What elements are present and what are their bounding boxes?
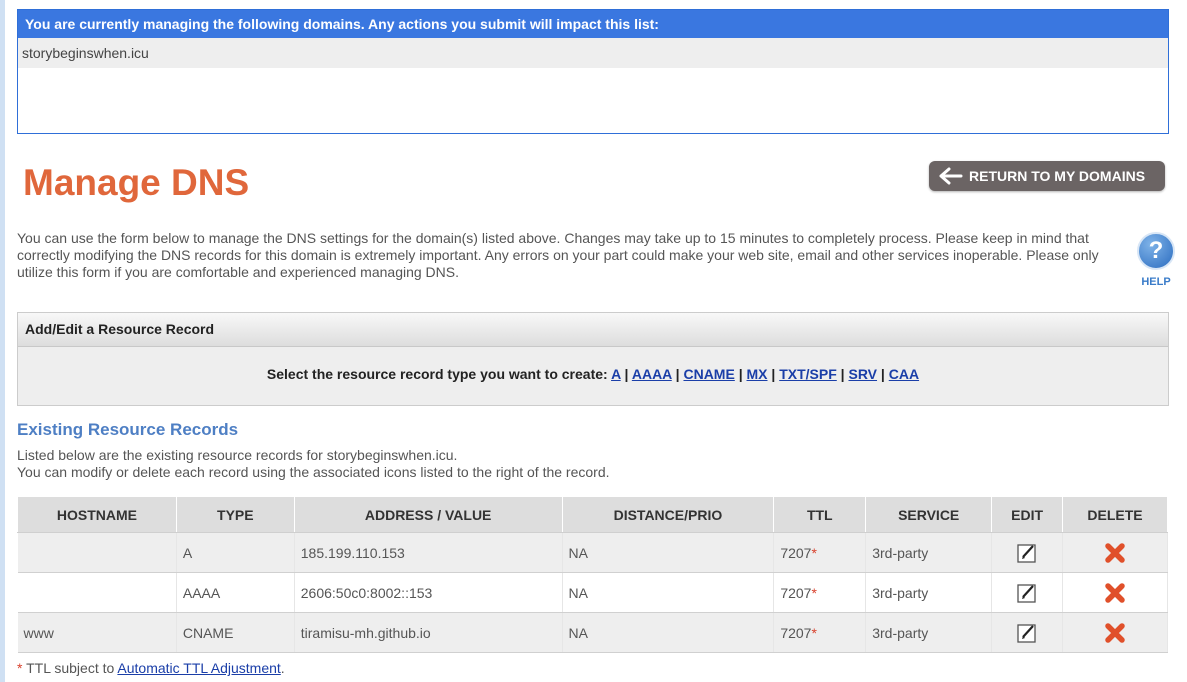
cell-ttl: 7207* — [773, 532, 867, 573]
cell-edit — [991, 572, 1064, 613]
page-title: Manage DNS — [23, 162, 250, 203]
cell-value: 2606:50c0:8002::153 — [294, 572, 563, 613]
return-to-my-domains-button[interactable]: RETURN TO MY DOMAINS — [929, 161, 1165, 191]
column-header-ttl: TTL — [773, 496, 867, 533]
managed-domains-panel: You are currently managing the following… — [17, 9, 1169, 134]
cell-service: 3rd-party — [865, 612, 993, 653]
ttl-marker: * — [811, 584, 817, 601]
cell-delete — [1062, 612, 1168, 653]
cell-service: 3rd-party — [865, 532, 993, 573]
separator: | — [771, 366, 776, 382]
return-button-label: RETURN TO MY DOMAINS — [969, 168, 1146, 184]
cell-type: A — [176, 532, 295, 573]
column-header-delete: DELETE — [1062, 496, 1168, 533]
edit-icon[interactable] — [1016, 622, 1038, 644]
record-type-link-aaaa[interactable]: AAAA — [632, 366, 672, 382]
record-type-link-a[interactable]: A — [611, 366, 621, 382]
record-type-link-caa[interactable]: CAA — [889, 366, 919, 382]
column-header-edit: EDIT — [991, 496, 1064, 533]
cell-prio: NA — [562, 612, 775, 653]
record-type-prompt: Select the resource record type you want… — [266, 366, 608, 382]
cell-edit — [991, 612, 1064, 653]
table-row: A 185.199.110.153 NA 7207* 3rd-party — [17, 532, 1168, 573]
ttl-marker: * — [811, 544, 817, 561]
separator: | — [675, 366, 680, 382]
record-type-link-txt-spf[interactable]: TXT/SPF — [779, 366, 837, 382]
column-header-address-value: ADDRESS / VALUE — [293, 496, 563, 533]
edit-icon[interactable] — [1016, 582, 1038, 604]
cell-hostname — [17, 572, 177, 613]
cell-delete — [1062, 532, 1168, 573]
column-header-hostname: HOSTNAME — [17, 496, 177, 533]
table-header-row: HOSTNAME TYPE ADDRESS / VALUE DISTANCE/P… — [17, 496, 1168, 533]
table-row: www CNAME tiramisu-mh.github.io NA 7207*… — [17, 612, 1168, 653]
separator: | — [880, 366, 885, 382]
record-type-link-cname[interactable]: CNAME — [683, 366, 734, 382]
record-type-selector: Select the resource record type you want… — [18, 366, 1168, 382]
existing-records-line-1: Listed below are the existing resource r… — [17, 447, 458, 463]
record-type-link-mx[interactable]: MX — [747, 366, 768, 382]
existing-records-title: Existing Resource Records — [17, 420, 239, 439]
managed-domains-header: You are currently managing the following… — [18, 10, 1168, 38]
footnote-end: . — [280, 660, 285, 676]
resource-records-table: HOSTNAME TYPE ADDRESS / VALUE DISTANCE/P… — [17, 496, 1168, 653]
existing-records-line-2: You can modify or delete each record usi… — [17, 464, 610, 480]
record-type-link-srv[interactable]: SRV — [848, 366, 877, 382]
cell-ttl: 7207* — [773, 572, 867, 613]
cell-hostname: www — [17, 612, 177, 653]
help-icon: ? — [1137, 232, 1175, 270]
cell-service: 3rd-party — [865, 572, 993, 613]
help-label: HELP — [1141, 276, 1171, 288]
column-header-type: TYPE — [175, 496, 295, 533]
delete-icon[interactable] — [1103, 581, 1127, 605]
cell-type: AAAA — [176, 572, 295, 613]
ttl-value: 7207 — [780, 624, 812, 641]
delete-icon[interactable] — [1103, 621, 1127, 645]
delete-icon[interactable] — [1103, 541, 1127, 565]
ttl-marker: * — [811, 624, 817, 641]
separator: | — [840, 366, 845, 382]
cell-prio: NA — [562, 572, 775, 613]
cell-hostname — [17, 532, 177, 573]
ttl-value: 7207 — [780, 544, 812, 561]
ttl-value: 7207 — [780, 584, 812, 601]
footnote-text: TTL subject to — [22, 660, 118, 676]
column-header-service: SERVICE — [865, 496, 993, 533]
existing-records-description: Listed below are the existing resource r… — [17, 447, 610, 481]
add-edit-resource-record-panel: Add/Edit a Resource Record Select the re… — [17, 312, 1169, 406]
cell-ttl: 7207* — [773, 612, 867, 653]
column-header-distance-prio: DISTANCE/PRIO — [561, 496, 775, 533]
table-row: AAAA 2606:50c0:8002::153 NA 7207* 3rd-pa… — [17, 572, 1168, 613]
help-link[interactable]: ? HELP — [1135, 232, 1177, 288]
cell-type: CNAME — [176, 612, 295, 653]
edit-icon[interactable] — [1016, 542, 1038, 564]
cell-value: tiramisu-mh.github.io — [294, 612, 563, 653]
automatic-ttl-adjustment-link[interactable]: Automatic TTL Adjustment — [117, 660, 280, 676]
cell-prio: NA — [562, 532, 775, 573]
ttl-footnote: * TTL subject to Automatic TTL Adjustmen… — [17, 660, 285, 676]
cell-value: 185.199.110.153 — [294, 532, 563, 573]
add-edit-resource-record-title: Add/Edit a Resource Record — [18, 313, 1168, 347]
separator: | — [738, 366, 743, 382]
intro-text: You can use the form below to manage the… — [17, 230, 1099, 280]
left-rail — [0, 0, 5, 682]
cell-edit — [991, 532, 1064, 573]
arrow-left-icon — [939, 167, 963, 185]
separator: | — [624, 366, 629, 382]
cell-delete — [1062, 572, 1168, 613]
managed-domain-item: storybeginswhen.icu — [18, 38, 1168, 68]
